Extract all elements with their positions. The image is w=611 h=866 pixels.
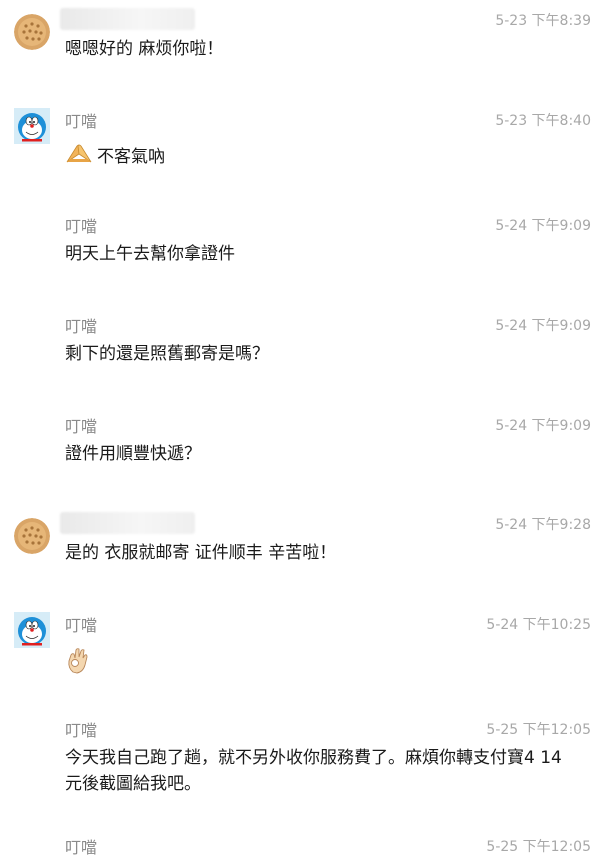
- message-time: 5-23 下午8:39: [495, 13, 591, 29]
- message-emoji: [65, 646, 91, 682]
- message-time: 5-25 下午12:05: [486, 839, 591, 855]
- sender-name: 叮噹: [65, 217, 98, 236]
- sender-name-redacted: [60, 512, 195, 534]
- message-text: 明天上午去幫你拿證件: [65, 244, 235, 264]
- message-time: 5-24 下午9:28: [495, 517, 591, 533]
- sender-name: 叮噹: [65, 317, 98, 336]
- message-time: 5-24 下午9:09: [495, 218, 591, 234]
- sender-name: 叮噹: [65, 417, 98, 436]
- avatar[interactable]: [14, 108, 50, 144]
- cookie-avatar-icon: [14, 518, 50, 554]
- sender-name: 叮噹: [65, 721, 98, 740]
- sender-name: 叮噹: [65, 838, 98, 857]
- doraemon-avatar-icon: [14, 612, 50, 648]
- message-text: 剩下的還是照舊郵寄是嗎？: [65, 344, 269, 364]
- message-text-content: 不客氣吶: [97, 147, 165, 167]
- message-time: 5-24 下午9:09: [495, 318, 591, 334]
- doraemon-avatar-icon: [14, 108, 50, 144]
- ok-hand-emoji-icon: [65, 648, 91, 679]
- message-time: 5-24 下午10:25: [486, 617, 591, 633]
- message-text: 是的 衣服就邮寄 证件顺丰 辛苦啦！: [65, 543, 337, 563]
- message-time: 5-23 下午8:40: [495, 113, 591, 129]
- message-text: 嗯嗯好的 麻烦你啦！: [65, 39, 224, 59]
- message-text: 證件用順豐快遞？: [65, 444, 201, 464]
- avatar[interactable]: [14, 612, 50, 648]
- sender-name: 叮噹: [65, 616, 98, 635]
- avatar[interactable]: [14, 518, 50, 554]
- message-time: 5-25 下午12:05: [486, 722, 591, 738]
- praying-hands-emoji-icon: [65, 142, 93, 172]
- message-text: 今天我自己跑了趟，就不另外收你服務費了。麻煩你轉支付寶4 14元後截圖給我吧。: [65, 748, 562, 794]
- avatar[interactable]: [14, 14, 50, 50]
- message-text: 不客氣吶: [65, 142, 165, 172]
- sender-name: 叮噹: [65, 112, 98, 131]
- cookie-avatar-icon: [14, 14, 50, 50]
- sender-name-redacted: [60, 8, 195, 30]
- message-time: 5-24 下午9:09: [495, 418, 591, 434]
